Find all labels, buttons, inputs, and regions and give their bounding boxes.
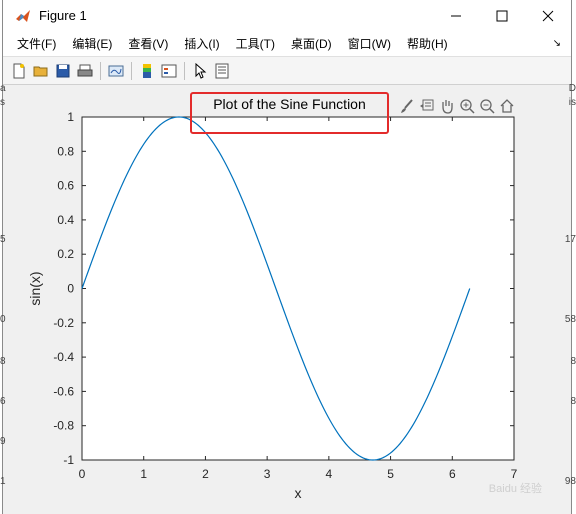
- brush-button[interactable]: [397, 96, 417, 116]
- data-tips-icon: [420, 99, 434, 111]
- minimize-icon: [451, 15, 461, 16]
- title-highlight-box: [190, 92, 389, 134]
- edit-plot-icon: [195, 62, 207, 79]
- menu-edit[interactable]: 编辑(E): [64, 35, 120, 52]
- bg-fragment: 0: [0, 314, 6, 325]
- bg-fragment: s: [0, 97, 5, 108]
- watermark: Baidu 经验: [488, 483, 542, 495]
- bg-fragment: 58: [564, 314, 576, 325]
- save-icon: [56, 64, 70, 77]
- window-title: Figure 1: [39, 8, 87, 23]
- zoom-in-button[interactable]: [457, 96, 477, 116]
- maximize-icon: [496, 10, 508, 21]
- edit-plot-button[interactable]: [190, 61, 210, 81]
- bg-fragment: 5: [0, 234, 6, 245]
- zoom-out-button[interactable]: [477, 96, 497, 116]
- bg-fragment: 1: [0, 476, 6, 487]
- menu-window[interactable]: 窗口(W): [340, 35, 399, 52]
- toolbar-separator: [100, 61, 101, 80]
- menu-desktop[interactable]: 桌面(D): [283, 35, 340, 52]
- open-button[interactable]: [31, 61, 51, 81]
- data-tips-button[interactable]: [417, 96, 437, 116]
- menu-file[interactable]: 文件(F): [9, 35, 64, 52]
- figure-toolbar: [3, 57, 571, 85]
- zoom-out-icon: [480, 99, 495, 114]
- bg-fragment: 9: [0, 436, 6, 447]
- menu-insert[interactable]: 插入(I): [176, 35, 227, 52]
- zoom-in-icon: [460, 99, 475, 114]
- bg-fragment: D: [568, 83, 576, 94]
- toolbar-separator: [184, 61, 185, 80]
- property-inspector-icon: [215, 63, 229, 78]
- figure-window: Figure 1 文件(F) 编辑(E) 查看(V) 插入(I) 工具(T) 桌…: [2, 0, 572, 514]
- axes-toolbar: [397, 96, 517, 116]
- legend-icon: [161, 64, 177, 77]
- figure-canvas: [3, 86, 571, 514]
- maximize-button[interactable]: [479, 0, 525, 31]
- minimize-button[interactable]: [433, 0, 479, 31]
- new-figure-icon: [13, 63, 25, 78]
- link-plot-button[interactable]: [106, 61, 126, 81]
- print-button[interactable]: [75, 61, 95, 81]
- print-icon: [77, 64, 93, 76]
- home-icon: [500, 99, 514, 113]
- new-figure-button[interactable]: [9, 61, 29, 81]
- menu-help[interactable]: 帮助(H): [399, 35, 456, 52]
- menu-bar: 文件(F) 编辑(E) 查看(V) 插入(I) 工具(T) 桌面(D) 窗口(W…: [3, 31, 571, 57]
- close-icon: [542, 10, 554, 21]
- property-inspector-button[interactable]: [212, 61, 232, 81]
- pan-button[interactable]: [437, 96, 457, 116]
- bg-fragment: a: [0, 83, 6, 94]
- bg-fragment: 8: [0, 356, 6, 367]
- menu-tools[interactable]: 工具(T): [228, 35, 283, 52]
- close-button[interactable]: [525, 0, 571, 31]
- restore-view-button[interactable]: [497, 96, 517, 116]
- bg-fragment: 17: [564, 234, 576, 245]
- open-icon: [33, 66, 48, 76]
- brush-icon: [401, 99, 413, 113]
- bg-fragment: 6: [0, 396, 6, 407]
- matlab-logo-icon: [16, 9, 30, 22]
- bg-fragment: 98: [564, 476, 576, 487]
- menu-overflow-icon[interactable]: ↘: [553, 38, 561, 49]
- pan-icon: [442, 100, 453, 114]
- title-bar: Figure 1: [3, 0, 571, 31]
- colorbar-button[interactable]: [137, 61, 157, 81]
- toolbar-separator: [131, 61, 132, 80]
- link-plot-icon: [108, 65, 124, 76]
- save-button[interactable]: [53, 61, 73, 81]
- legend-button[interactable]: [159, 61, 179, 81]
- bg-fragment: 8: [570, 356, 576, 367]
- colorbar-icon: [143, 63, 151, 78]
- menu-view[interactable]: 查看(V): [120, 35, 176, 52]
- bg-fragment: 8: [570, 396, 576, 407]
- bg-fragment: is: [568, 97, 576, 108]
